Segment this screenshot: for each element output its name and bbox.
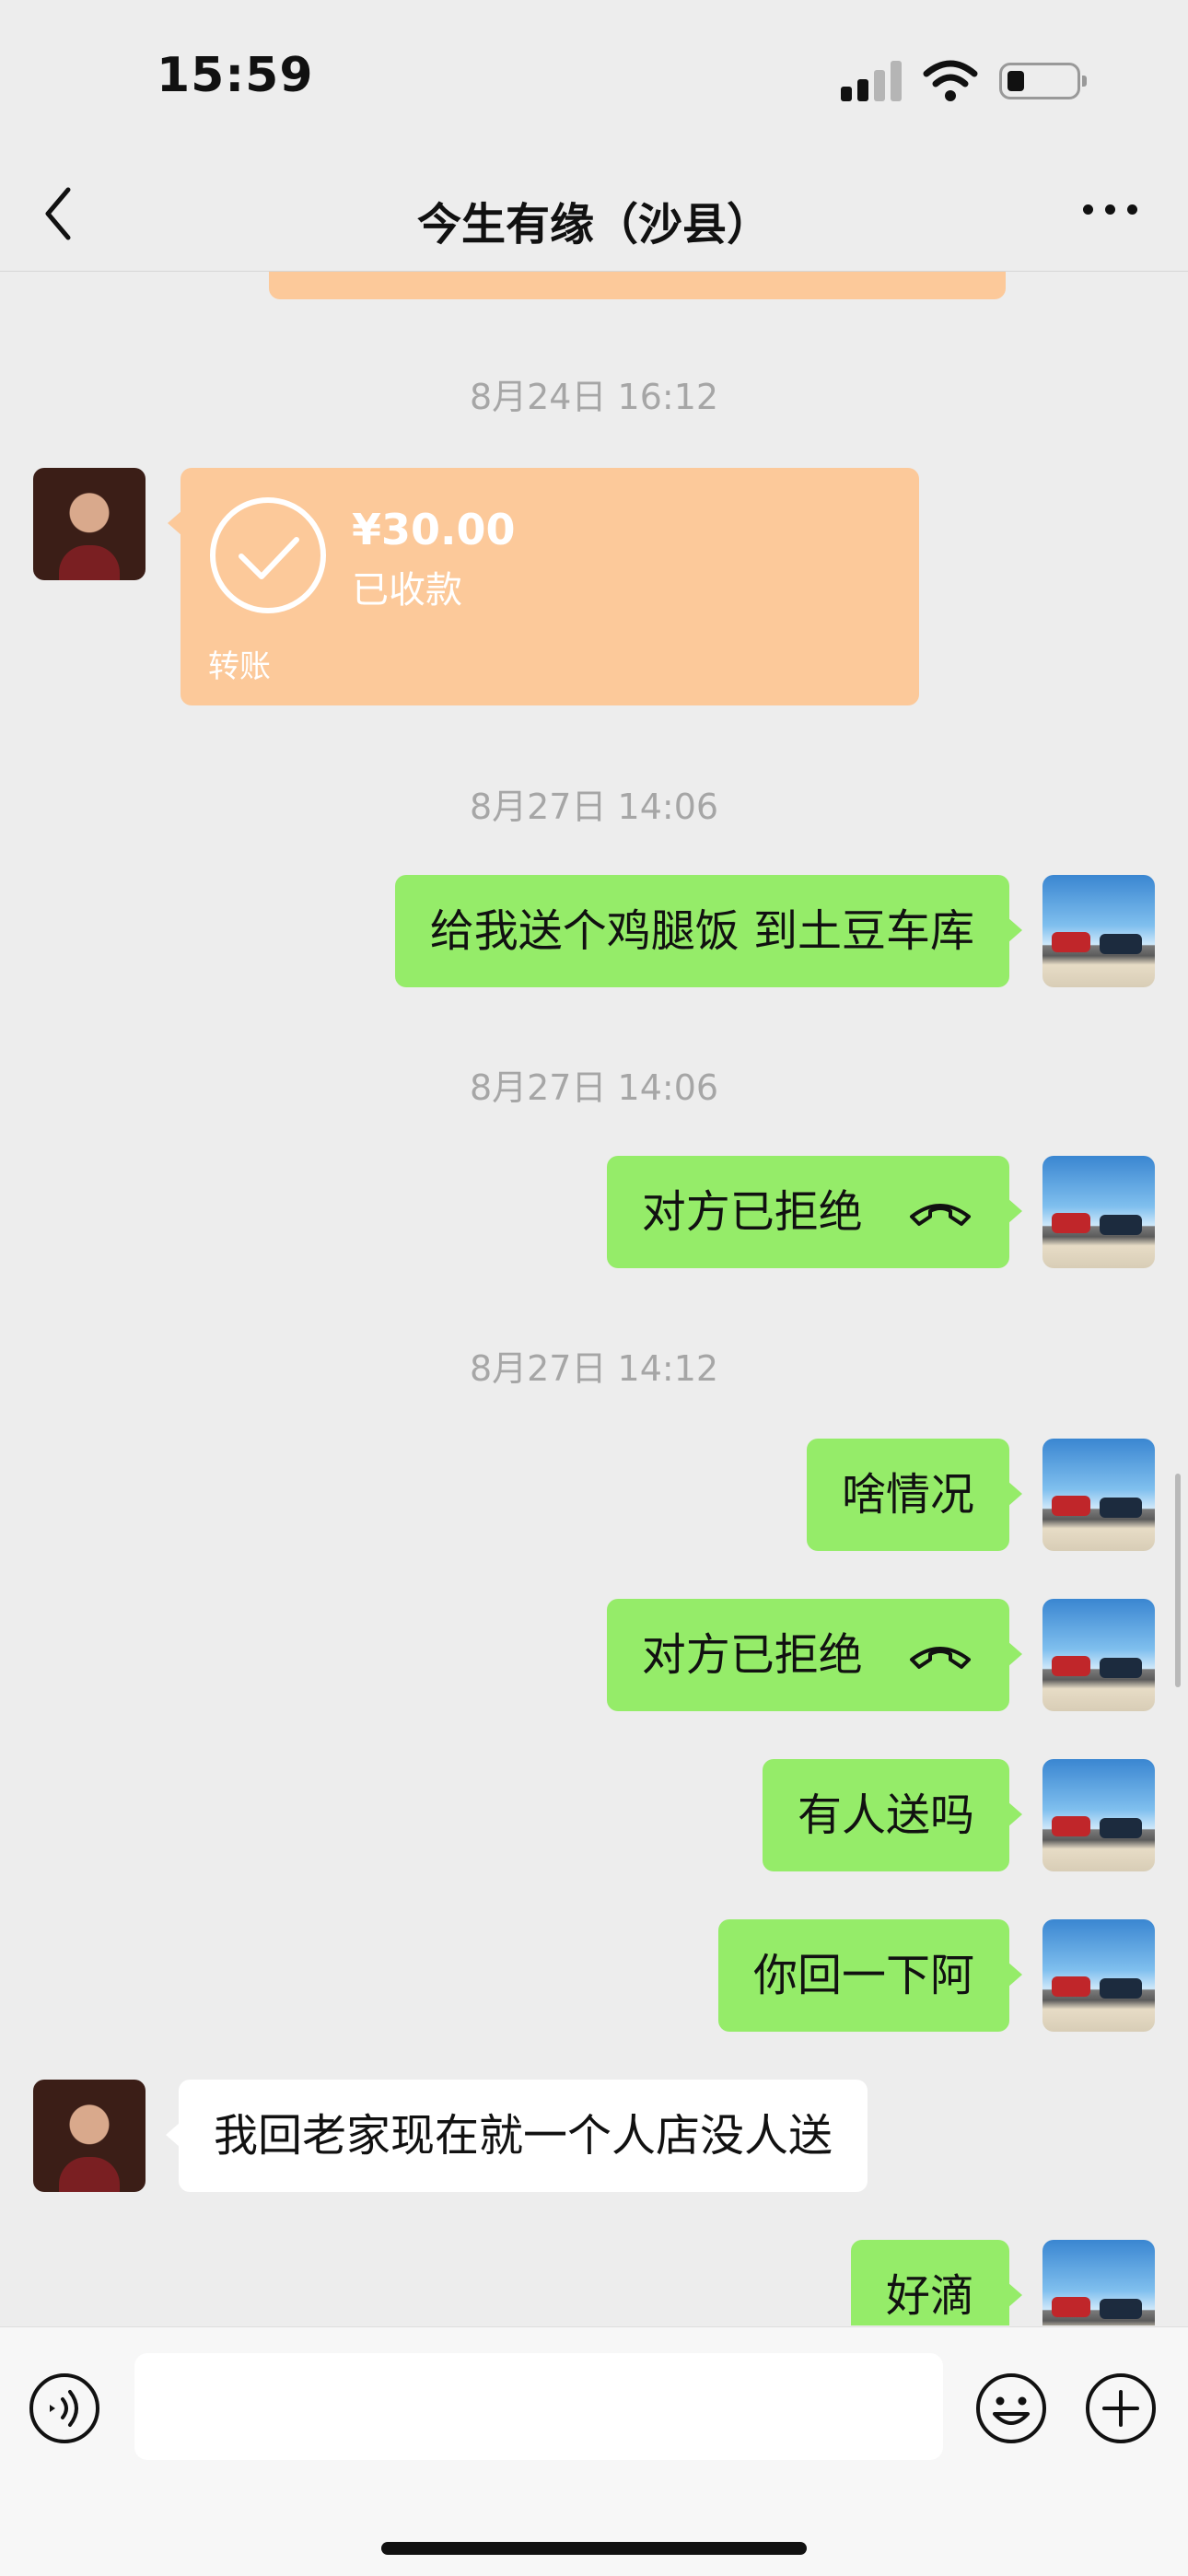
transfer-status: 已收款 [352,569,462,612]
call-rejected-bubble[interactable]: 对方已拒绝 [606,1156,1023,1268]
avatar-self[interactable] [1042,1759,1155,1871]
nav-bar: 今生有缘（沙县） [0,157,1188,272]
emoji-icon[interactable] [974,2372,1048,2445]
transfer-label: 转账 [208,648,271,685]
avatar-self[interactable] [1042,1599,1155,1711]
avatar-contact[interactable] [33,468,146,580]
input-bar [0,2326,1188,2576]
plus-icon[interactable] [1084,2372,1158,2445]
message-input[interactable] [134,2353,943,2460]
voice-icon[interactable] [28,2372,101,2445]
more-icon[interactable] [1083,204,1138,219]
transfer-card[interactable]: ¥30.00 已收款 转账 [168,468,919,705]
transfer-amount: ¥30.00 [352,505,516,554]
timestamp: 8月27日 14:06 [469,1067,719,1108]
wifi-icon [923,60,978,101]
avatar-contact[interactable] [33,2080,146,2192]
chat-title: 今生有缘（沙县） [416,199,771,251]
message-bubble-sent[interactable]: 有人送吗 [762,1759,1023,1871]
status-time: 15:59 [157,48,314,103]
chat-area[interactable]: 8月24日 16:12 ¥30.00 已收款 转账 8月27日 14:06 给我… [0,272,1188,2325]
timestamp: 8月27日 14:06 [469,787,719,827]
home-indicator[interactable] [381,2542,807,2555]
timestamp: 8月27日 14:12 [469,1348,719,1389]
previous-card-edge [269,272,1006,299]
avatar-self[interactable] [1042,1439,1155,1551]
call-rejected-bubble[interactable]: 对方已拒绝 [606,1599,1023,1711]
timestamp: 8月24日 16:12 [469,377,719,417]
check-icon [210,497,326,613]
battery-icon [999,63,1087,99]
avatar-self[interactable] [1042,875,1155,987]
avatar-self[interactable] [1042,1919,1155,2032]
message-bubble-sent[interactable]: 啥情况 [806,1439,1023,1551]
chat-scrollbar[interactable] [1175,1474,1181,1687]
hangup-icon [910,1204,971,1226]
message-bubble-sent[interactable]: 好滴 [850,2240,1023,2325]
avatar-self[interactable] [1042,2240,1155,2325]
call-status-label: 对方已拒绝 [641,1186,863,1238]
status-bar: 15:59 [0,0,1188,157]
hangup-icon [910,1647,971,1669]
message-bubble-sent[interactable]: 你回一下阿 [717,1919,1023,2032]
signal-icon [841,61,905,101]
message-bubble-sent[interactable]: 给我送个鸡腿饭 到土豆车库 [394,875,1023,987]
avatar-self[interactable] [1042,1156,1155,1268]
call-status-label: 对方已拒绝 [641,1629,863,1681]
message-bubble-received[interactable]: 我回老家现在就一个人店没人送 [165,2080,868,2192]
